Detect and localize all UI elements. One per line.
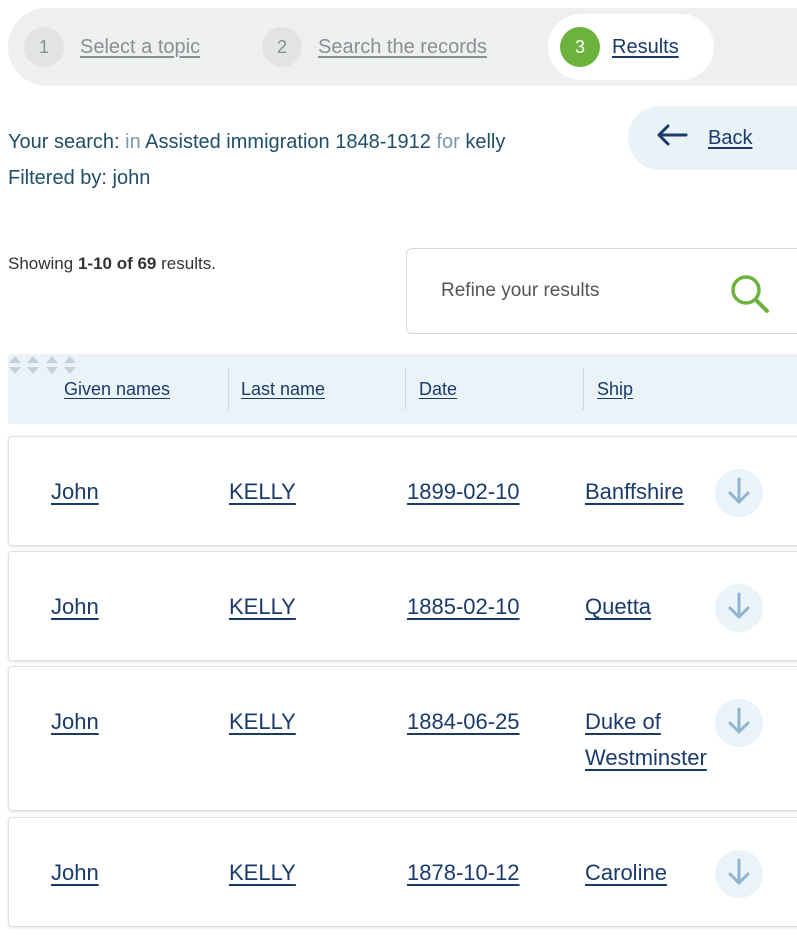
step-number: 2 xyxy=(262,27,302,67)
cell-date[interactable]: 1885-02-10 xyxy=(407,589,520,625)
sort-icon[interactable] xyxy=(45,356,59,380)
column-header-date[interactable]: Date xyxy=(419,354,457,424)
arrow-down-icon xyxy=(728,707,750,740)
step-label[interactable]: Results xyxy=(612,36,679,59)
cell-ship[interactable]: Caroline xyxy=(585,855,667,891)
cell-last-name[interactable]: KELLY xyxy=(229,704,296,740)
search-summary: Your search: in Assisted immigration 184… xyxy=(8,124,505,196)
table-row: John KELLY 1899-02-10 Banffshire xyxy=(8,436,797,546)
cell-date[interactable]: 1899-02-10 xyxy=(407,474,520,510)
arrow-down-icon xyxy=(728,592,750,625)
showing-prefix: Showing xyxy=(8,254,74,273)
column-header-label[interactable]: Given names xyxy=(64,379,170,400)
summary-prefix: Your search: xyxy=(8,131,120,153)
step-label[interactable]: Select a topic xyxy=(80,36,200,59)
cell-last-name[interactable]: KELLY xyxy=(229,474,296,510)
refine-input[interactable] xyxy=(441,280,701,302)
arrow-down-icon xyxy=(728,477,750,510)
column-divider xyxy=(405,368,406,410)
table-row: John KELLY 1884-06-25 Duke of Westminste… xyxy=(8,666,797,811)
summary-term: kelly xyxy=(465,131,506,153)
step-results[interactable]: 3 Results xyxy=(548,14,714,80)
showing-suffix: results. xyxy=(161,254,216,273)
expand-row-button[interactable] xyxy=(715,584,763,632)
column-header-label[interactable]: Ship xyxy=(597,379,633,400)
arrow-left-icon xyxy=(656,123,688,153)
column-divider xyxy=(583,368,584,410)
cell-ship[interactable]: Banffshire xyxy=(585,474,684,510)
column-header-label[interactable]: Date xyxy=(419,379,457,400)
column-header-label[interactable]: Last name xyxy=(241,379,325,400)
summary-in-word: in xyxy=(125,131,141,153)
progress-stepper: 1 Select a topic 2 Search the records 3 … xyxy=(8,8,797,86)
cell-ship[interactable]: Duke of Westminster xyxy=(585,704,715,776)
table-row: John KELLY 1878-10-12 Caroline xyxy=(8,817,797,927)
cell-last-name[interactable]: KELLY xyxy=(229,589,296,625)
cell-last-name[interactable]: KELLY xyxy=(229,855,296,891)
back-label[interactable]: Back xyxy=(708,127,752,150)
showing-range: 1-10 of 69 xyxy=(77,254,157,273)
cell-date[interactable]: 1878-10-12 xyxy=(407,855,520,891)
column-header-given-names[interactable]: Given names xyxy=(64,354,170,424)
cell-ship[interactable]: Quetta xyxy=(585,589,651,625)
filter-value: john xyxy=(112,167,151,189)
results-count: Showing 1-10 of 69 results. xyxy=(8,254,216,274)
step-select-topic[interactable]: 1 Select a topic xyxy=(24,8,200,86)
expand-row-button[interactable] xyxy=(715,469,763,517)
filter-label: Filtered by: xyxy=(8,167,107,189)
cell-given-name[interactable]: John xyxy=(51,589,99,625)
cell-date[interactable]: 1884-06-25 xyxy=(407,704,520,740)
cell-given-name[interactable]: John xyxy=(51,855,99,891)
expand-row-button[interactable] xyxy=(715,850,763,898)
back-button[interactable]: Back xyxy=(628,106,797,170)
sort-icon[interactable] xyxy=(26,356,40,380)
cell-given-name[interactable]: John xyxy=(51,474,99,510)
table-header: Given names Last name Date Ship xyxy=(8,354,797,424)
search-icon[interactable] xyxy=(729,273,771,320)
refine-search-box xyxy=(406,248,797,334)
cell-given-name[interactable]: John xyxy=(51,704,99,740)
column-header-last-name[interactable]: Last name xyxy=(241,354,325,424)
step-number: 1 xyxy=(24,27,64,67)
summary-dataset: Assisted immigration 1848-1912 xyxy=(145,131,431,153)
column-header-ship[interactable]: Ship xyxy=(597,354,633,424)
expand-row-button[interactable] xyxy=(715,699,763,747)
filter-summary-line: Filtered by: john xyxy=(8,160,505,196)
step-number: 3 xyxy=(560,27,600,67)
sort-icon[interactable] xyxy=(8,356,22,380)
step-search-records[interactable]: 2 Search the records xyxy=(262,8,487,86)
arrow-down-icon xyxy=(728,858,750,891)
column-divider xyxy=(228,368,229,410)
step-label[interactable]: Search the records xyxy=(318,36,487,59)
table-row: John KELLY 1885-02-10 Quetta xyxy=(8,551,797,661)
search-summary-line: Your search: in Assisted immigration 184… xyxy=(8,124,505,160)
summary-for-word: for xyxy=(436,131,460,153)
